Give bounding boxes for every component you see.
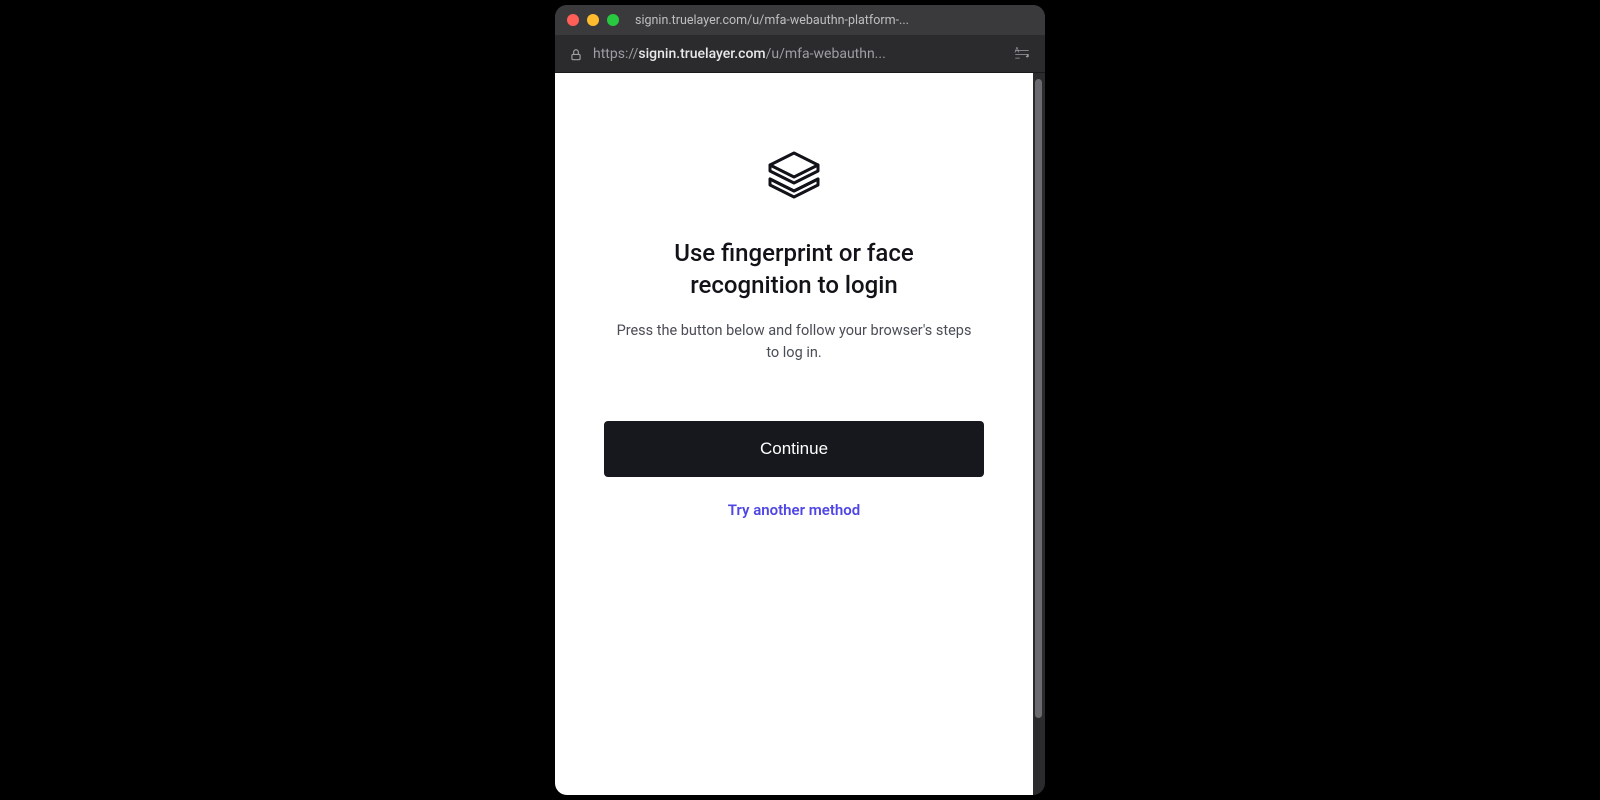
scrollbar-track[interactable] — [1035, 79, 1042, 789]
address-bar[interactable]: https://signin.truelayer.com/u/mfa-webau… — [555, 35, 1045, 73]
try-another-method-link[interactable]: Try another method — [728, 501, 860, 519]
url-prefix: https:// — [593, 46, 638, 62]
close-window-button[interactable] — [567, 14, 579, 26]
maximize-window-button[interactable] — [607, 14, 619, 26]
brand-logo — [762, 145, 826, 213]
page-heading: Use fingerprint or face recognition to l… — [634, 237, 954, 302]
layers-icon — [762, 194, 826, 213]
continue-button[interactable]: Continue — [604, 421, 984, 477]
auth-content: Use fingerprint or face recognition to l… — [555, 73, 1033, 559]
minimize-window-button[interactable] — [587, 14, 599, 26]
url-host: signin.truelayer.com — [638, 46, 765, 62]
reader-mode-icon[interactable]: A — [1013, 45, 1031, 63]
scrollbar-thumb[interactable] — [1035, 79, 1042, 718]
page-subtext: Press the button below and follow your b… — [614, 320, 974, 364]
url-display: https://signin.truelayer.com/u/mfa-webau… — [593, 46, 1003, 62]
window-titlebar: signin.truelayer.com/u/mfa-webauthn-plat… — [555, 5, 1045, 35]
svg-text:A: A — [1015, 45, 1020, 54]
window-controls — [567, 14, 619, 26]
browser-window: signin.truelayer.com/u/mfa-webauthn-plat… — [555, 5, 1045, 795]
viewport-wrapper: Use fingerprint or face recognition to l… — [555, 73, 1045, 795]
url-path: /u/mfa-webauthn... — [766, 46, 886, 62]
page-viewport: Use fingerprint or face recognition to l… — [555, 73, 1033, 795]
tab-title: signin.truelayer.com/u/mfa-webauthn-plat… — [635, 13, 1033, 28]
lock-icon — [569, 47, 583, 61]
